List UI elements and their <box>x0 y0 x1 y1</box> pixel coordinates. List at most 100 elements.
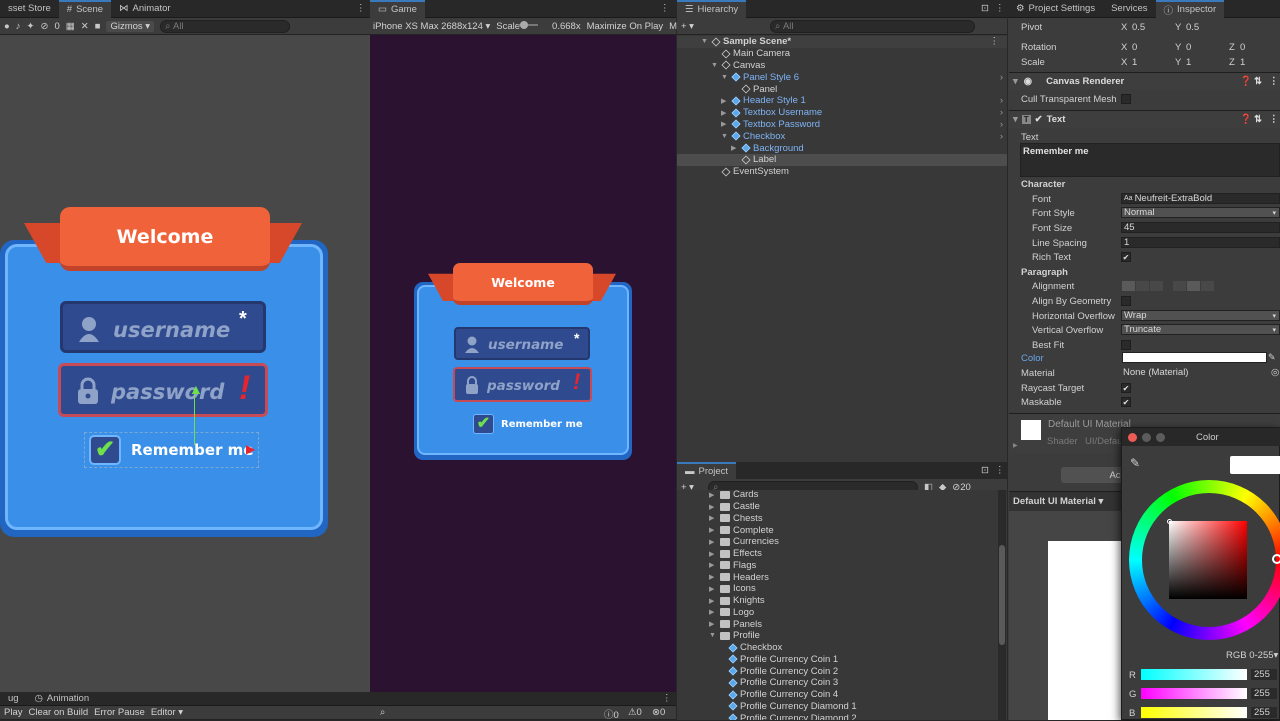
font-size-field[interactable]: 45 <box>1121 222 1280 233</box>
project-asset[interactable]: Profile Currency Diamond 2 <box>677 712 857 720</box>
align-center-button[interactable] <box>1136 281 1149 291</box>
hierarchy-item[interactable]: ▶ Textbox Username › <box>677 107 1007 119</box>
scene-search-input[interactable]: ⌕ All <box>160 19 291 33</box>
tab-animator[interactable]: ⋈ Animator <box>111 0 179 18</box>
material-field[interactable]: None (Material) <box>1121 367 1271 378</box>
game-password-field[interactable]: password ! <box>453 367 592 402</box>
close-icon[interactable] <box>1128 433 1137 442</box>
project-folder[interactable]: ▶ Logo <box>677 607 754 619</box>
warning-count[interactable]: ⚠0 <box>628 707 642 718</box>
channel-r-slider[interactable] <box>1141 669 1247 680</box>
project-asset[interactable]: Profile Currency Coin 4 <box>677 689 838 701</box>
add-component-button[interactable]: Ac <box>1061 467 1129 483</box>
foldout-arrow-icon[interactable]: ▶ <box>721 97 729 105</box>
game-username-field[interactable]: username * <box>454 327 590 360</box>
more-menu-icon[interactable]: ⋮ <box>356 3 366 14</box>
cull-checkbox[interactable] <box>1121 94 1131 104</box>
maximize-icon[interactable] <box>1156 433 1165 442</box>
align-left-button[interactable] <box>1122 281 1135 291</box>
lock-icon[interactable]: ⊡ <box>981 3 989 14</box>
project-asset[interactable]: Profile Currency Coin 1 <box>677 654 838 666</box>
color-swatch[interactable] <box>1122 352 1267 363</box>
align-top-button[interactable] <box>1173 281 1186 291</box>
channel-g-slider[interactable] <box>1141 688 1247 699</box>
help-icon[interactable]: ❓ <box>1240 114 1252 125</box>
foldout-arrow-icon[interactable]: ▶ <box>709 550 717 558</box>
foldout-arrow-icon[interactable]: ▶ <box>731 144 739 152</box>
scene-checkbox[interactable]: ✔ <box>89 435 121 465</box>
move-y-arrow-icon[interactable]: ▲ <box>189 381 203 397</box>
foldout-arrow-icon[interactable]: ▼ <box>701 38 709 45</box>
eyedropper-icon[interactable]: ✎ <box>1268 352 1276 363</box>
color-mode-dropdown[interactable]: RGB 0-255▾ <box>1226 650 1278 661</box>
foldout-arrow-icon[interactable]: ▶ <box>709 597 717 605</box>
more-menu-icon[interactable]: ⋮ <box>990 36 1000 47</box>
scale-x-value[interactable]: 1 <box>1132 57 1137 68</box>
foldout-arrow-icon[interactable]: ▶ <box>709 585 717 593</box>
channel-g-field[interactable]: 255 <box>1251 688 1277 699</box>
tab-hierarchy[interactable]: ☰ Hierarchy <box>677 0 747 18</box>
foldout-arrow-icon[interactable]: ▶ <box>709 491 717 499</box>
scale-z-value[interactable]: 1 <box>1240 57 1245 68</box>
foldout-arrow-icon[interactable]: ▶ <box>709 573 717 581</box>
play-label[interactable]: Play <box>4 707 22 718</box>
lock-icon[interactable]: ⊡ <box>981 465 989 476</box>
align-right-button[interactable] <box>1150 281 1163 291</box>
project-folder[interactable]: ▶ Flags <box>677 560 756 572</box>
chevron-right-icon[interactable]: › <box>1000 95 1003 106</box>
project-folder[interactable]: ▼ Profile <box>677 630 760 642</box>
font-field[interactable]: Aa Neufreit-ExtraBold <box>1121 193 1280 204</box>
font-style-dropdown[interactable]: Normal ▾ <box>1121 207 1280 218</box>
tools-icon[interactable]: ✕ <box>81 21 89 32</box>
tab-inspector[interactable]: ⓘ Inspector <box>1155 0 1225 18</box>
channel-b-field[interactable]: 255 <box>1251 707 1277 718</box>
foldout-arrow-icon[interactable]: ▶ <box>709 561 717 569</box>
project-asset[interactable]: Profile Currency Coin 3 <box>677 677 838 689</box>
hierarchy-item[interactable]: ▼ Panel Style 6 › <box>677 71 1007 83</box>
more-menu-icon[interactable]: ⋮ <box>1269 76 1279 87</box>
rich-text-checkbox[interactable]: ✔ <box>1121 252 1131 262</box>
project-folder[interactable]: ▶ Knights <box>677 595 765 607</box>
channel-r-field[interactable]: 255 <box>1251 669 1277 680</box>
error-count[interactable]: ⊗0 <box>652 707 665 718</box>
foldout-arrow-icon[interactable]: ▶ <box>721 109 729 117</box>
pivot-y-value[interactable]: 0.5 <box>1186 22 1199 33</box>
foldout-arrow-icon[interactable]: ▶ <box>709 503 717 511</box>
eyedropper-icon[interactable]: ✎ <box>1130 456 1140 470</box>
project-folder[interactable]: ▶ Chests <box>677 513 763 525</box>
project-asset[interactable]: Profile Currency Diamond 1 <box>677 701 857 713</box>
help-icon[interactable]: ❓ <box>1240 76 1252 87</box>
preset-icon[interactable]: ⇅ <box>1254 76 1262 87</box>
more-menu-icon[interactable]: ⋮ <box>995 465 1005 476</box>
error-pause-button[interactable]: Error Pause <box>94 707 145 718</box>
raycast-checkbox[interactable]: ✔ <box>1121 383 1131 393</box>
device-dropdown[interactable]: iPhone XS Max 2688x124 ▾ <box>373 21 490 32</box>
project-scrollbar-thumb[interactable] <box>999 545 1005 645</box>
scene-password-field[interactable]: password ! <box>58 363 268 417</box>
best-fit-checkbox[interactable] <box>1121 340 1131 350</box>
tab-animation[interactable]: ◷ Animation <box>27 692 98 706</box>
scale-slider-thumb[interactable] <box>520 21 528 29</box>
tab-console[interactable]: ug <box>0 692 27 706</box>
camera-icon[interactable]: ■ <box>95 21 101 32</box>
scale-y-value[interactable]: 1 <box>1186 57 1191 68</box>
editor-dropdown[interactable]: Editor ▾ <box>151 707 183 718</box>
hierarchy-item[interactable]: ▶ Header Style 1 › <box>677 95 1007 107</box>
canvas-renderer-header[interactable]: ▾ ◉ Canvas Renderer ❓ ⇅ ⋮ <box>1009 72 1280 90</box>
tab-game[interactable]: ▭ Game <box>370 0 425 18</box>
project-folder[interactable]: ▶ Panels <box>677 618 762 630</box>
tab-scene[interactable]: # Scene <box>58 0 112 18</box>
text-area[interactable]: Remember me <box>1020 143 1280 177</box>
project-folder[interactable]: ▶ Effects <box>677 548 762 560</box>
more-menu-icon[interactable]: ⋮ <box>660 3 670 14</box>
hierarchy-item[interactable]: Panel <box>677 83 1007 95</box>
more-menu-icon[interactable]: ⋮ <box>995 3 1005 14</box>
hierarchy-item[interactable]: EventSystem <box>677 166 1007 178</box>
more-menu-icon[interactable]: ⋮ <box>662 693 672 704</box>
project-folder[interactable]: ▶ Castle <box>677 501 760 513</box>
pivot-x-value[interactable]: 0.5 <box>1132 22 1145 33</box>
line-spacing-field[interactable]: 1 <box>1121 237 1280 248</box>
project-folder[interactable]: ▶ Headers <box>677 571 769 583</box>
foldout-arrow-icon[interactable]: ▶ <box>709 620 717 628</box>
h-overflow-dropdown[interactable]: Wrap ▾ <box>1121 310 1280 321</box>
